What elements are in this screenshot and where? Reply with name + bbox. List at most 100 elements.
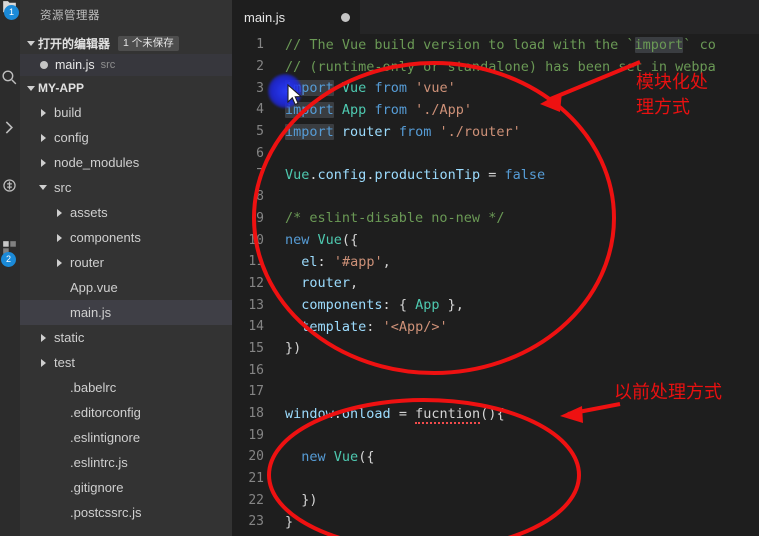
open-editor-name: main.js	[55, 58, 95, 72]
tab-label: main.js	[244, 9, 286, 25]
tree-item-label: assets	[70, 205, 108, 220]
line-number: 16	[248, 362, 264, 378]
debug-icon[interactable]	[0, 170, 20, 200]
tree-item-label: .gitignore	[70, 480, 124, 495]
code-line[interactable]: 4 import App from './App'	[232, 99, 759, 121]
source-control-icon[interactable]	[0, 112, 20, 142]
tree-item-label: node_modules	[54, 155, 140, 170]
line-text[interactable]: router,	[277, 275, 358, 291]
code-line[interactable]: 21	[232, 468, 759, 490]
line-number: 1	[256, 37, 264, 53]
unsaved-count-badge: 1 个未保存	[118, 35, 179, 51]
mouse-cursor-icon	[287, 84, 303, 106]
chevron-down-icon	[24, 85, 38, 91]
line-number: 11	[248, 254, 264, 270]
code-line[interactable]: 7 Vue.config.productionTip = false	[232, 164, 759, 186]
line-text[interactable]: // (runtime-only or standalone) has been…	[277, 59, 716, 75]
code-line[interactable]: 5 import router from './router'	[232, 121, 759, 143]
tree-file-row[interactable]: .eslintignore	[20, 425, 232, 450]
line-number: 20	[248, 449, 264, 465]
code-line[interactable]: 20 new Vue({	[232, 446, 759, 468]
line-text[interactable]: el: '#app',	[277, 254, 390, 270]
tree-file-row[interactable]: main.js	[20, 300, 232, 325]
line-text[interactable]: }	[277, 514, 293, 530]
code-line[interactable]: 11 el: '#app',	[232, 251, 759, 273]
code-line[interactable]: 13 components: { App },	[232, 294, 759, 316]
tree-folder-row[interactable]: router	[20, 250, 232, 275]
chevron-right-icon	[52, 208, 66, 217]
line-number: 13	[248, 297, 264, 313]
project-root-header[interactable]: MY-APP	[20, 76, 232, 100]
tree-item-label: .babelrc	[70, 380, 117, 395]
code-line[interactable]: 17	[232, 381, 759, 403]
open-editors-header[interactable]: 打开的编辑器 1 个未保存	[20, 32, 232, 54]
line-number: 12	[248, 275, 264, 291]
chevron-right-icon	[52, 258, 66, 267]
tree-item-label: build	[54, 105, 82, 120]
tree-folder-row[interactable]: static	[20, 325, 232, 350]
code-line[interactable]: 12 router,	[232, 273, 759, 295]
tree-file-row[interactable]: App.vue	[20, 275, 232, 300]
line-number: 5	[256, 124, 264, 140]
tree-folder-row[interactable]: assets	[20, 200, 232, 225]
chevron-right-icon	[36, 358, 50, 367]
code-editor[interactable]: 1 // The Vue build version to load with t…	[232, 34, 759, 536]
code-line[interactable]: 15})	[232, 338, 759, 360]
open-editors-label: 打开的编辑器	[38, 36, 111, 51]
tree-file-row[interactable]: .postcssrc.js	[20, 500, 232, 525]
tree-item-label: static	[54, 330, 85, 345]
tree-folder-row[interactable]: config	[20, 125, 232, 150]
tree-file-row[interactable]: .gitignore	[20, 475, 232, 500]
line-text[interactable]: /* eslint-disable no-new */	[277, 210, 504, 226]
tree-folder-row[interactable]: components	[20, 225, 232, 250]
line-number: 7	[256, 167, 264, 183]
tree-folder-row[interactable]: src	[20, 175, 232, 200]
line-text[interactable]: new Vue({	[277, 449, 374, 465]
line-text[interactable]: components: { App },	[277, 297, 464, 313]
code-line[interactable]: 8	[232, 186, 759, 208]
code-line[interactable]: 2 // (runtime-only or standalone) has bee…	[232, 56, 759, 78]
line-text[interactable]: Vue.config.productionTip = false	[277, 167, 545, 183]
line-text[interactable]: import router from './router'	[277, 123, 521, 140]
code-line[interactable]: 10 new Vue({	[232, 229, 759, 251]
tab-dirty-icon[interactable]	[341, 12, 350, 22]
line-text[interactable]: // The Vue build version to load with th…	[277, 36, 716, 53]
tree-item-label: .postcssrc.js	[70, 505, 142, 520]
tree-file-row[interactable]: .babelrc	[20, 375, 232, 400]
line-text[interactable]: })	[277, 340, 301, 356]
code-line[interactable]: 19	[232, 424, 759, 446]
open-editor-item-main-js[interactable]: main.js src	[20, 54, 232, 76]
tab-main-js[interactable]: main.js	[232, 0, 361, 34]
code-line[interactable]: 9 /* eslint-disable no-new */	[232, 208, 759, 230]
tree-folder-row[interactable]: node_modules	[20, 150, 232, 175]
chevron-right-icon	[36, 133, 50, 142]
line-text[interactable]: new Vue({	[277, 232, 358, 248]
code-line[interactable]: 23}	[232, 511, 759, 533]
line-number: 23	[248, 514, 264, 530]
line-number: 10	[248, 232, 264, 248]
line-text[interactable]: import App from './App'	[277, 101, 472, 118]
tree-file-row[interactable]: .editorconfig	[20, 400, 232, 425]
search-icon[interactable]	[0, 62, 20, 92]
code-line[interactable]: 1 // The Vue build version to load with t…	[232, 34, 759, 56]
code-line[interactable]: 16	[232, 359, 759, 381]
line-number: 19	[248, 427, 264, 443]
tree-folder-row[interactable]: test	[20, 350, 232, 375]
line-text[interactable]: window.onload = fucntion(){	[277, 405, 505, 424]
line-number: 4	[256, 102, 264, 118]
line-text[interactable]: template: '<App/>'	[277, 319, 447, 335]
code-line[interactable]: 14 template: '<App/>'	[232, 316, 759, 338]
tree-folder-row[interactable]: build	[20, 100, 232, 125]
code-line[interactable]: 6	[232, 142, 759, 164]
tree-item-label: components	[70, 230, 141, 245]
code-line[interactable]: 18 window.onload = fucntion(){	[232, 403, 759, 425]
line-text[interactable]: })	[277, 492, 317, 508]
tree-file-row[interactable]: .eslintrc.js	[20, 450, 232, 475]
tree-item-label: main.js	[70, 305, 112, 320]
code-line[interactable]: 3 import Vue from 'vue'	[232, 77, 759, 99]
line-number: 18	[248, 406, 264, 422]
tree-item-label: .editorconfig	[70, 405, 141, 420]
line-number: 17	[248, 384, 264, 400]
tree-item-label: config	[54, 130, 89, 145]
code-line[interactable]: 22 })	[232, 489, 759, 511]
